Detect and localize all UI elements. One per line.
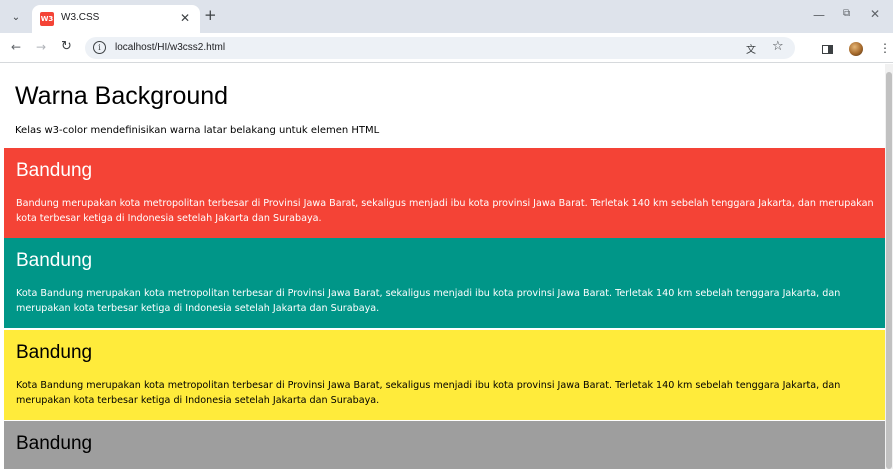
address-bar[interactable]: i localhost/HI/w3css2.html 文 ☆ [85, 37, 795, 59]
panel-title: Bandung [16, 160, 93, 181]
plus-icon[interactable]: + [204, 6, 217, 24]
panel-yellow: Bandung Kota Bandung merupakan kota metr… [4, 330, 885, 420]
browser-tab[interactable]: W3 W3.CSS ✕ [32, 5, 200, 33]
panel-text: Kota Bandung merupakan kota metropolitan… [16, 380, 841, 406]
page-description: Kelas w3-color mendefinisikan warna lata… [15, 125, 380, 136]
translate-icon[interactable]: 文 [746, 41, 756, 56]
panel-red: Bandung Bandung merupakan kota metropoli… [4, 148, 885, 238]
scrollbar[interactable] [885, 64, 893, 469]
panel-grey: Bandung [4, 421, 885, 469]
panel-text: Bandung merupakan kota metropolitan terb… [16, 198, 874, 224]
arrow-right-icon[interactable]: → [36, 40, 46, 54]
tab-title: W3.CSS [61, 12, 100, 23]
page-viewport: Warna Background Kelas w3-color mendefin… [0, 64, 885, 469]
kebab-menu-icon[interactable]: ⋮ [879, 41, 891, 55]
panel-title: Bandung [16, 250, 93, 271]
window-close-icon[interactable]: ✕ [870, 7, 880, 21]
tab-strip: ⌄ W3 W3.CSS ✕ + — ⧉ ✕ [0, 0, 893, 33]
panel-text: Kota Bandung merupakan kota metropolitan… [16, 288, 841, 314]
avatar[interactable] [849, 42, 863, 56]
star-icon[interactable]: ☆ [772, 39, 784, 54]
scrollbar-thumb[interactable] [886, 72, 892, 469]
page-title: Warna Background [15, 82, 229, 110]
info-icon[interactable]: i [93, 41, 106, 54]
url-text[interactable]: localhost/HI/w3css2.html [115, 42, 225, 53]
reload-icon[interactable]: ↻ [61, 39, 72, 54]
panel-teal: Bandung Kota Bandung merupakan kota metr… [4, 238, 885, 328]
arrow-left-icon[interactable]: ← [11, 40, 21, 54]
side-panel-icon[interactable] [822, 45, 833, 54]
panel-title: Bandung [16, 433, 93, 454]
panel-title: Bandung [16, 342, 93, 363]
chevron-down-icon[interactable]: ⌄ [8, 10, 24, 26]
close-icon[interactable]: ✕ [180, 11, 190, 25]
browser-toolbar: ← → ↻ i localhost/HI/w3css2.html 文 ☆ ⋮ [0, 33, 893, 63]
favicon-icon: W3 [40, 12, 54, 26]
minimize-icon[interactable]: — [813, 8, 825, 22]
restore-icon[interactable]: ⧉ [843, 8, 850, 19]
